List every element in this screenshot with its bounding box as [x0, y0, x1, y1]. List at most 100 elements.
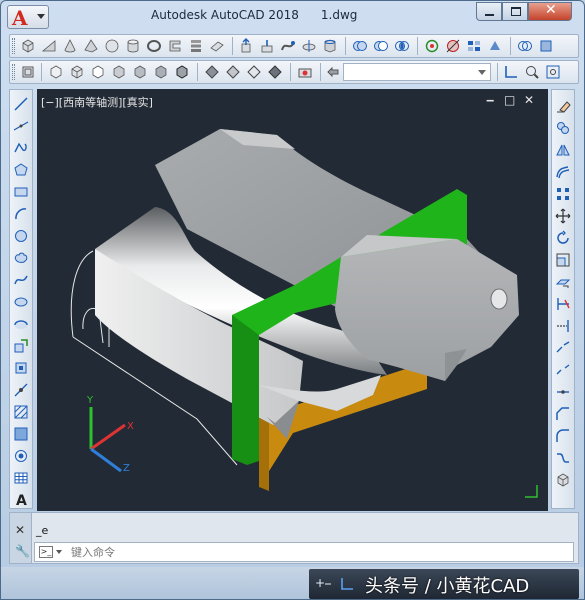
hidden-icon[interactable]	[90, 64, 106, 80]
table-icon[interactable]	[13, 470, 29, 486]
thicken-icon[interactable]	[466, 38, 482, 54]
sketchy-icon[interactable]	[225, 64, 241, 80]
zoom-extents-icon[interactable]	[524, 64, 540, 80]
cylinder-icon[interactable]	[125, 38, 141, 54]
model-space-icon[interactable]: +⎯	[315, 576, 331, 592]
fillet-icon[interactable]	[555, 428, 571, 444]
toolbar-grip[interactable]	[12, 38, 15, 54]
union-icon[interactable]	[352, 38, 368, 54]
visual-style-dropdown[interactable]	[343, 63, 491, 81]
camera-views-icon[interactable]	[20, 64, 36, 80]
close-icon[interactable]: ✕	[15, 523, 25, 537]
polygon-icon[interactable]	[13, 162, 29, 178]
make-block-icon[interactable]	[13, 360, 29, 376]
erase-icon[interactable]	[555, 98, 571, 114]
insert-block-icon[interactable]	[13, 338, 29, 354]
command-history: _e	[36, 524, 49, 537]
wrench-icon[interactable]: 🔧	[15, 544, 30, 558]
text-icon[interactable]: A	[13, 491, 29, 507]
blend-icon[interactable]	[555, 450, 571, 466]
pyramid-icon[interactable]	[83, 38, 99, 54]
subtract-icon[interactable]	[373, 38, 389, 54]
explode-icon[interactable]	[555, 472, 571, 488]
command-prompt-icon[interactable]: >_	[39, 546, 53, 558]
conceptual-icon[interactable]	[132, 64, 148, 80]
break-point-icon[interactable]	[555, 340, 571, 356]
application-menu-button[interactable]: A	[7, 5, 49, 30]
convert-to-solid-icon[interactable]	[487, 38, 503, 54]
spline-icon[interactable]	[13, 272, 29, 288]
loft-icon[interactable]	[322, 38, 338, 54]
polyline-icon[interactable]	[13, 140, 29, 156]
interfere-icon[interactable]	[424, 38, 440, 54]
ellipse-icon[interactable]	[13, 294, 29, 310]
modeling-toolbar	[9, 34, 579, 58]
point-icon[interactable]	[13, 382, 29, 398]
sphere-icon[interactable]	[104, 38, 120, 54]
break-icon[interactable]	[555, 362, 571, 378]
offset-icon[interactable]	[555, 164, 571, 180]
hatch-icon[interactable]	[13, 404, 29, 420]
scale-icon[interactable]	[555, 252, 571, 268]
maximize-button[interactable]	[502, 2, 528, 21]
array-icon[interactable]	[555, 186, 571, 202]
copy-icon[interactable]	[555, 120, 571, 136]
visual-style-manager-icon[interactable]	[325, 64, 341, 80]
box-icon[interactable]	[20, 38, 36, 54]
realistic-icon[interactable]	[111, 64, 127, 80]
arc-icon[interactable]	[13, 206, 29, 222]
viewport-label[interactable]: [−][西南等轴测][真实]	[41, 94, 153, 110]
section-plane-icon[interactable]	[538, 38, 554, 54]
planar-surface-icon[interactable]	[209, 38, 225, 54]
shaded-with-edges-icon[interactable]	[174, 64, 190, 80]
material-icon[interactable]	[267, 64, 283, 80]
zoom-window-icon[interactable]	[545, 64, 561, 80]
shades-of-gray-icon[interactable]	[204, 64, 220, 80]
extract-edges-icon[interactable]	[517, 38, 533, 54]
slice-icon[interactable]	[445, 38, 461, 54]
trim-icon[interactable]	[555, 296, 571, 312]
sweep-icon[interactable]	[280, 38, 296, 54]
x-ray-icon[interactable]	[246, 64, 262, 80]
intersect-icon[interactable]	[394, 38, 410, 54]
chamfer-icon[interactable]	[555, 406, 571, 422]
wedge-icon[interactable]	[41, 38, 57, 54]
command-input[interactable]	[71, 543, 551, 561]
presspull-icon[interactable]	[259, 38, 275, 54]
region-icon[interactable]	[13, 448, 29, 464]
revolve-icon[interactable]	[301, 38, 317, 54]
drawing-viewport[interactable]: Y X Z [−][西南等轴测][真实] ‒ □ ✕	[37, 89, 548, 511]
viewport-close-icon[interactable]: ✕	[524, 93, 534, 107]
stack-icon[interactable]	[188, 38, 204, 54]
stretch-icon[interactable]	[555, 274, 571, 290]
circle-icon[interactable]	[13, 228, 29, 244]
viewport-minimize-icon[interactable]: ‒	[486, 93, 494, 107]
body-tab	[445, 349, 467, 381]
ucs-icon[interactable]	[503, 64, 519, 80]
3d-wireframe-icon[interactable]	[69, 64, 85, 80]
extrude-icon[interactable]	[238, 38, 254, 54]
cone-icon[interactable]	[62, 38, 78, 54]
rectangle-icon[interactable]	[13, 184, 29, 200]
join-icon[interactable]	[555, 384, 571, 400]
construction-line-icon[interactable]	[13, 118, 29, 134]
ellipse-arc-icon[interactable]	[13, 316, 29, 332]
chevron-down-icon[interactable]	[56, 550, 62, 554]
polysolid-icon[interactable]	[167, 38, 183, 54]
camera-icon[interactable]	[297, 64, 313, 80]
shaded-icon[interactable]	[153, 64, 169, 80]
viewport-restore-icon[interactable]: □	[504, 93, 515, 107]
torus-icon[interactable]	[146, 38, 162, 54]
revcloud-icon[interactable]	[13, 250, 29, 266]
2d-wireframe-icon[interactable]	[48, 64, 64, 80]
rotate-icon[interactable]	[555, 230, 571, 246]
move-icon[interactable]	[555, 208, 571, 224]
ucs-status-icon[interactable]	[339, 576, 355, 592]
extend-icon[interactable]	[555, 318, 571, 334]
minimize-button[interactable]	[476, 2, 502, 21]
close-button[interactable]: ✕	[528, 2, 572, 21]
gradient-icon[interactable]	[13, 426, 29, 442]
mirror-icon[interactable]	[555, 142, 571, 158]
line-icon[interactable]	[13, 96, 29, 112]
toolbar-grip[interactable]	[12, 64, 15, 80]
